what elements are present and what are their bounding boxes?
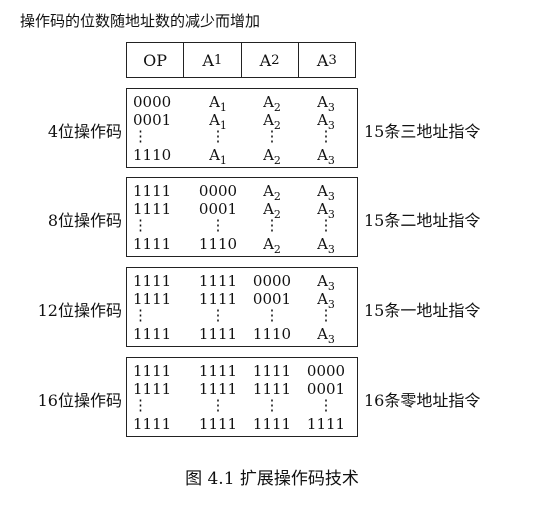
opcode-cell: 1110 — [133, 146, 172, 164]
opcode-cell: A2 — [263, 146, 281, 167]
instruction-count-label: 16条零地址指令 — [364, 391, 481, 410]
opcode-group-3: 1111 1111 0000 A3 1111 1111 0001 A3 ⋮ ⋮ ⋮ ⋮ 1111 1111… — [126, 267, 358, 347]
opcode-row: 1110 A1 A2 A3 — [127, 143, 357, 167]
opcode-group-2: 1111 0000 A2 A3 1111 0001 A2 A3 ⋮ ⋮ ⋮ ⋮ 1111 1110 A2 A3 — [126, 177, 358, 257]
opcode-cell: A1 — [209, 146, 227, 167]
header-a2: A2 — [240, 43, 298, 77]
opcode-cell: A3 — [317, 325, 335, 346]
header-op: OP — [143, 50, 168, 70]
figure-caption: 图 4.1 扩展操作码技术 — [185, 469, 359, 489]
instruction-count-label: 15条三地址指令 — [364, 122, 481, 141]
opcode-length-label: 4位操作码 — [47, 122, 122, 141]
opcode-length-label: 12位操作码 — [37, 301, 122, 320]
opcode-cell: 1111 — [133, 325, 172, 343]
opcode-cell: 1111 — [133, 235, 172, 253]
header-a3: A3 — [297, 43, 355, 77]
opcode-cell: 1110 — [252, 325, 292, 343]
opcode-cell: A3 — [317, 235, 335, 256]
opcode-cell: 1111 — [306, 415, 346, 433]
instruction-count-label: 15条二地址指令 — [364, 211, 481, 230]
opcode-cell: 1111 — [133, 415, 172, 433]
header-a1: A1 — [183, 43, 240, 77]
instruction-format-header: OP A1 A2 A3 — [126, 42, 356, 78]
opcode-row: 1111 1111 1111 1111 — [127, 412, 357, 436]
opcode-group-1: 0000 A1 A2 A3 0001 A1 A2 A3 ⋮ ⋮ ⋮ ⋮ 1110 A1 A2 A3 — [126, 88, 358, 168]
opcode-length-label: 16位操作码 — [37, 391, 122, 410]
opcode-cell: 1111 — [198, 415, 238, 433]
opcode-row: 1111 1111 1110 A3 — [127, 322, 357, 346]
opcode-cell: 1110 — [198, 235, 238, 253]
opcode-cell: A2 — [263, 235, 281, 256]
opcode-row: 1111 1110 A2 A3 — [127, 232, 357, 256]
opcode-cell: 1111 — [198, 325, 238, 343]
diagram-title: 操作码的位数随地址数的减少而增加 — [20, 12, 261, 30]
opcode-cell: 1111 — [252, 415, 292, 433]
opcode-cell: A3 — [317, 146, 335, 167]
opcode-group-4: 1111 1111 1111 0000 1111 1111 1111 0001 ⋮ ⋮ ⋮ ⋮ 1111… — [126, 357, 358, 437]
instruction-count-label: 15条一地址指令 — [364, 301, 481, 320]
opcode-length-label: 8位操作码 — [47, 211, 122, 230]
